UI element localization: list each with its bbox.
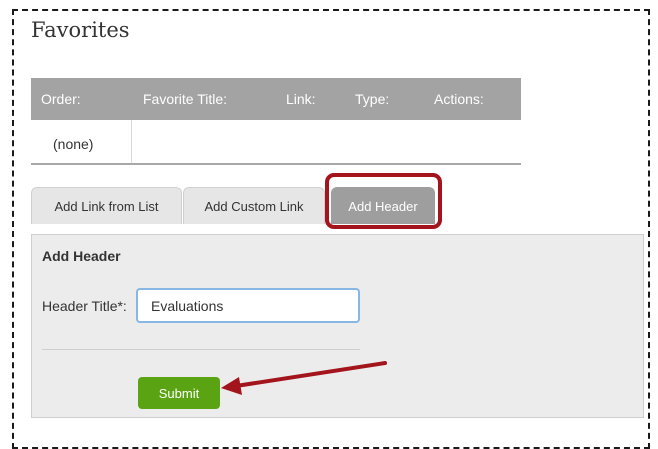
arrow-shaft bbox=[234, 361, 387, 388]
arrow-annotation bbox=[221, 361, 387, 395]
arrow-head bbox=[221, 377, 242, 395]
